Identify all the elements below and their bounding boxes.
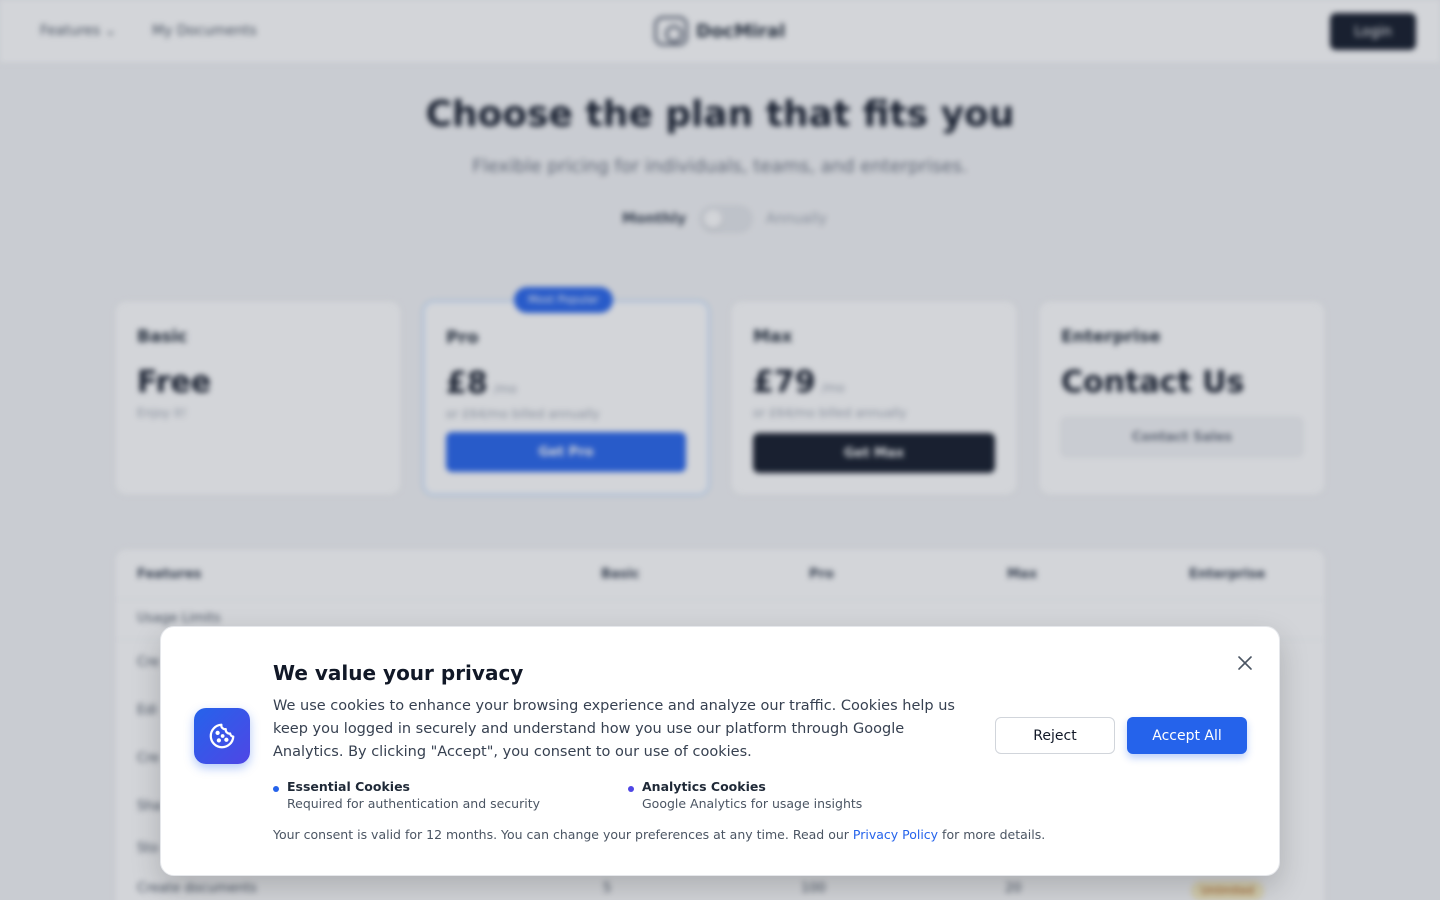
- analytics-cookies-description: Google Analytics for usage insights: [642, 796, 863, 811]
- consent-footer-note: Your consent is valid for 12 months. You…: [273, 827, 1045, 842]
- cookie-modal-description: We use cookies to enhance your browsing …: [273, 698, 955, 760]
- reject-cookies-button[interactable]: Reject: [995, 717, 1115, 754]
- essential-cookies-description: Required for authentication and security: [287, 796, 541, 811]
- essential-cookies-title: Essential Cookies: [287, 779, 410, 794]
- analytics-cookies-title: Analytics Cookies: [642, 779, 766, 794]
- cookie-modal-title: We value your privacy: [273, 661, 524, 685]
- close-modal-button[interactable]: [1233, 651, 1257, 675]
- privacy-policy-link[interactable]: Privacy Policy: [853, 827, 938, 842]
- consent-footer-text-end: for more details.: [938, 827, 1046, 842]
- bullet-dot-icon: [628, 786, 634, 792]
- cookie-icon: [194, 708, 250, 764]
- cookie-consent-modal: We value your privacy We use cookies to …: [160, 626, 1280, 876]
- accept-all-cookies-button[interactable]: Accept All: [1127, 717, 1247, 754]
- bullet-dot-icon: [273, 786, 279, 792]
- consent-footer-text: Your consent is valid for 12 months. You…: [273, 827, 853, 842]
- close-icon: [1238, 656, 1252, 670]
